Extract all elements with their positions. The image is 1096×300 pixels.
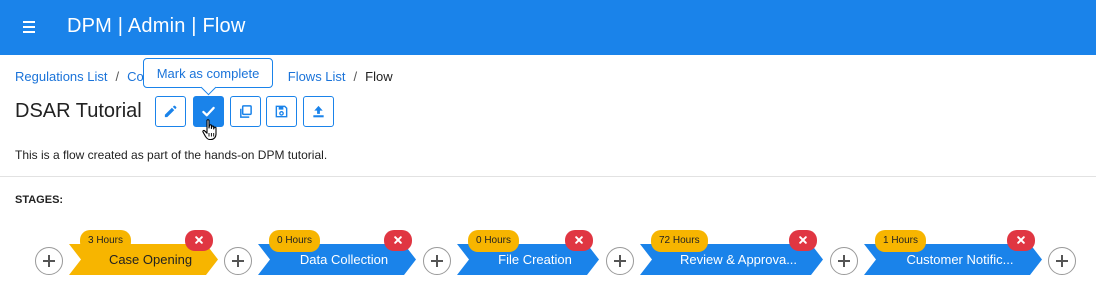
stage-name: Review & Approva... bbox=[679, 252, 798, 267]
edit-button[interactable] bbox=[155, 96, 186, 127]
check-icon bbox=[202, 106, 215, 117]
breadcrumb-flows-list[interactable]: Flows List bbox=[288, 69, 346, 84]
divider bbox=[0, 176, 1096, 177]
hand-cursor-icon bbox=[202, 119, 217, 141]
add-stage-button[interactable] bbox=[35, 247, 63, 275]
edit-icon bbox=[164, 105, 177, 118]
delete-stage-button[interactable] bbox=[185, 230, 213, 251]
stage-duration-badge: 0 Hours bbox=[269, 230, 321, 252]
upload-button[interactable] bbox=[303, 96, 334, 127]
stage-name: Case Opening bbox=[108, 252, 193, 267]
add-stage-button[interactable] bbox=[1048, 247, 1076, 275]
upload-icon bbox=[313, 105, 324, 118]
copy-icon bbox=[240, 105, 252, 118]
save-button[interactable] bbox=[266, 96, 297, 127]
add-stage-button[interactable] bbox=[224, 247, 252, 275]
stage-name: Data Collection bbox=[299, 252, 389, 267]
add-stage-button[interactable] bbox=[830, 247, 858, 275]
top-app-bar: DPM | Admin | Flow bbox=[0, 0, 1096, 55]
stage-duration-badge: 3 Hours bbox=[80, 230, 132, 252]
add-stage-button[interactable] bbox=[423, 247, 451, 275]
save-icon bbox=[275, 105, 288, 118]
breadcrumb-regulations-list[interactable]: Regulations List bbox=[15, 69, 108, 84]
menu-icon[interactable] bbox=[19, 17, 39, 37]
delete-stage-button[interactable] bbox=[1007, 230, 1035, 251]
add-stage-button[interactable] bbox=[606, 247, 634, 275]
breadcrumb-co[interactable]: Co bbox=[127, 69, 144, 84]
breadcrumb-current: Flow bbox=[365, 69, 393, 84]
delete-stage-button[interactable] bbox=[565, 230, 593, 251]
delete-stage-button[interactable] bbox=[384, 230, 412, 251]
stage-duration-badge: 72 Hours bbox=[651, 230, 708, 252]
page-title: DSAR Tutorial bbox=[15, 100, 142, 122]
delete-stage-button[interactable] bbox=[789, 230, 817, 251]
stage-name: Customer Notific... bbox=[906, 252, 1014, 267]
stage-duration-badge: 1 Hours bbox=[875, 230, 927, 252]
app-title: DPM | Admin | Flow bbox=[67, 15, 246, 37]
stage-duration-badge: 0 Hours bbox=[468, 230, 520, 252]
mark-complete-tooltip: Mark as complete bbox=[143, 58, 273, 88]
stage-name: File Creation bbox=[498, 252, 572, 267]
flow-description: This is a flow created as part of the ha… bbox=[15, 148, 328, 162]
stages-label: STAGES: bbox=[15, 194, 64, 206]
copy-button[interactable] bbox=[230, 96, 261, 127]
